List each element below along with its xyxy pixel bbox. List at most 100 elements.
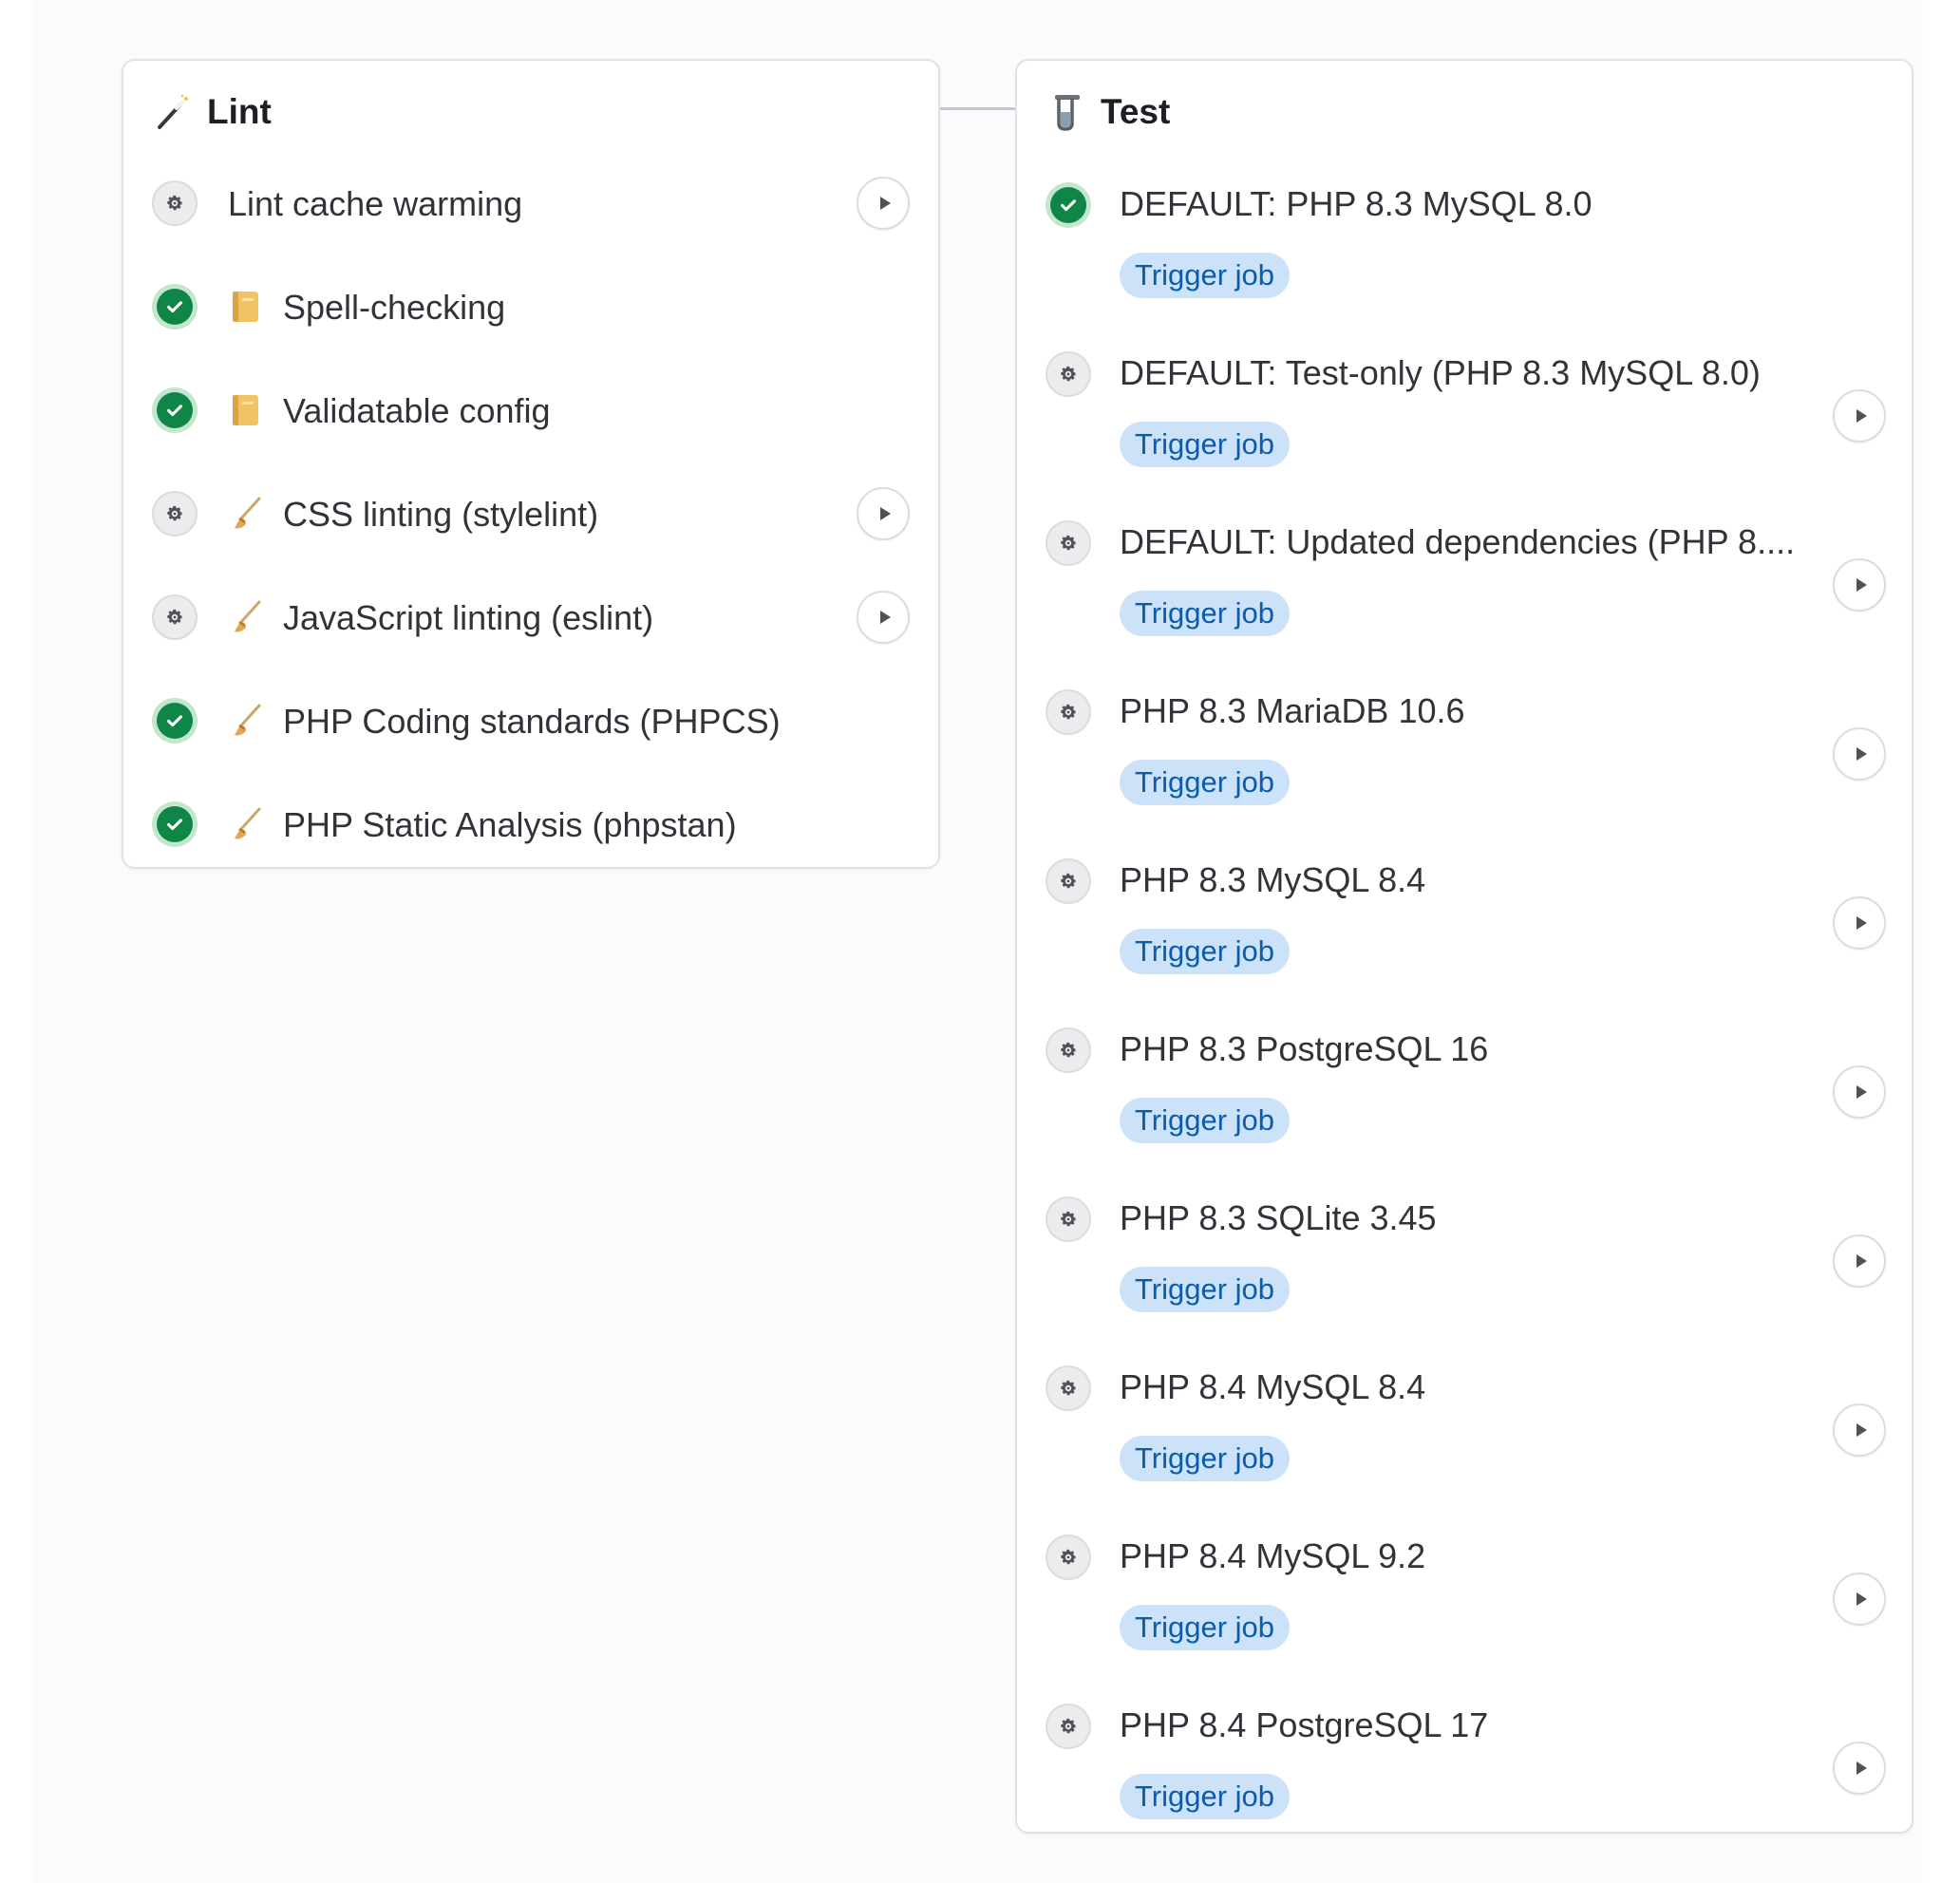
status-success-icon[interactable] <box>152 387 198 433</box>
test-job[interactable]: PHP 8.4 MySQL 9.2 Trigger job <box>1017 1519 1912 1671</box>
status-manual-gear-icon[interactable] <box>1046 858 1091 904</box>
play-button[interactable] <box>1833 896 1886 950</box>
job-name[interactable]: PHP 8.4 MySQL 9.2 <box>1120 1536 1425 1576</box>
job-name[interactable]: PHP Static Analysis (phpstan) <box>283 805 737 845</box>
play-icon <box>1854 576 1869 593</box>
job-name[interactable]: CSS linting (stylelint) <box>283 495 598 535</box>
job-name[interactable]: PHP 8.3 MariaDB 10.6 <box>1120 691 1465 731</box>
play-button[interactable] <box>1833 1403 1886 1457</box>
job-name[interactable]: JavaScript linting (eslint) <box>283 598 653 638</box>
play-button[interactable] <box>1833 727 1886 781</box>
trigger-job-badge: Trigger job <box>1120 1774 1291 1819</box>
status-manual-gear-icon[interactable] <box>1046 1196 1091 1242</box>
trigger-job-badge: Trigger job <box>1120 1267 1291 1312</box>
notebook-icon <box>226 391 264 429</box>
stage-test-title: Test <box>1101 92 1171 131</box>
test-job[interactable]: DEFAULT: Updated dependencies (PHP 8....… <box>1017 505 1912 657</box>
test-job[interactable]: PHP 8.3 PostgreSQL 16 Trigger job <box>1017 1012 1912 1164</box>
status-manual-gear-icon[interactable] <box>152 594 198 640</box>
broom-icon <box>226 702 264 740</box>
broom-icon <box>226 598 264 636</box>
lint-job[interactable]: CSS linting (stylelint) <box>123 476 938 552</box>
status-manual-gear-icon[interactable] <box>1046 1704 1091 1749</box>
test-job[interactable]: DEFAULT: Test-only (PHP 8.3 MySQL 8.0) Tr… <box>1017 336 1912 488</box>
status-success-icon[interactable] <box>152 284 198 330</box>
play-icon <box>1854 914 1869 932</box>
job-name[interactable]: PHP 8.4 PostgreSQL 17 <box>1120 1705 1488 1745</box>
test-job[interactable]: DEFAULT: PHP 8.3 MySQL 8.0 Trigger job <box>1017 167 1912 319</box>
play-icon <box>1854 1422 1869 1439</box>
status-manual-gear-icon[interactable] <box>1046 1535 1091 1580</box>
status-manual-gear-icon[interactable] <box>1046 520 1091 566</box>
test-job[interactable]: PHP 8.4 MySQL 8.4 Trigger job <box>1017 1350 1912 1502</box>
trigger-job-badge: Trigger job <box>1120 1605 1291 1650</box>
status-manual-gear-icon[interactable] <box>1046 351 1091 397</box>
stage-test: Test DEFAULT: PHP 8.3 MySQL 8.0 Trigger j… <box>1015 59 1913 1834</box>
checkmark-icon <box>1050 187 1086 223</box>
trigger-job-badge: Trigger job <box>1120 422 1291 467</box>
test-job[interactable]: PHP 8.3 SQLite 3.45 Trigger job <box>1017 1181 1912 1333</box>
play-button[interactable] <box>1833 389 1886 443</box>
play-icon <box>877 609 893 626</box>
lint-job[interactable]: JavaScript linting (eslint) <box>123 579 938 655</box>
test-job[interactable]: PHP 8.4 PostgreSQL 17 Trigger job <box>1017 1688 1912 1840</box>
trigger-job-badge: Trigger job <box>1120 1098 1291 1143</box>
job-name[interactable]: DEFAULT: Updated dependencies (PHP 8.... <box>1120 522 1795 562</box>
test-tube-icon <box>1046 91 1087 133</box>
lint-job[interactable]: Lint cache warming <box>123 165 938 241</box>
play-button[interactable] <box>1833 1742 1886 1795</box>
job-name[interactable]: DEFAULT: Test-only (PHP 8.3 MySQL 8.0) <box>1120 353 1761 393</box>
job-name[interactable]: PHP Coding standards (PHPCS) <box>283 702 781 742</box>
magic-wand-icon <box>152 91 194 133</box>
play-icon <box>877 505 893 522</box>
play-button[interactable] <box>1833 1065 1886 1119</box>
stage-test-header: Test <box>1046 84 1170 141</box>
play-icon <box>1854 1083 1869 1101</box>
play-button[interactable] <box>1833 1234 1886 1288</box>
status-manual-gear-icon[interactable] <box>1046 689 1091 735</box>
play-icon <box>1854 745 1869 763</box>
play-button[interactable] <box>857 177 910 230</box>
status-success-icon[interactable] <box>152 698 198 744</box>
lint-job[interactable]: PHP Static Analysis (phpstan) <box>123 786 938 862</box>
job-name[interactable]: PHP 8.4 MySQL 8.4 <box>1120 1367 1425 1407</box>
lint-job[interactable]: Spell-checking <box>123 269 938 345</box>
job-name[interactable]: PHP 8.3 MySQL 8.4 <box>1120 860 1425 900</box>
status-manual-gear-icon[interactable] <box>152 491 198 537</box>
status-manual-gear-icon[interactable] <box>1046 1027 1091 1073</box>
job-name[interactable]: PHP 8.3 PostgreSQL 16 <box>1120 1029 1488 1069</box>
broom-icon <box>226 805 264 843</box>
play-button[interactable] <box>857 591 910 644</box>
play-button[interactable] <box>857 487 910 540</box>
checkmark-icon <box>157 703 193 739</box>
test-job[interactable]: PHP 8.3 MySQL 8.4 Trigger job <box>1017 843 1912 995</box>
trigger-job-badge: Trigger job <box>1120 929 1291 974</box>
status-manual-gear-icon[interactable] <box>152 180 198 226</box>
stage-lint-header: Lint <box>152 84 272 141</box>
job-name[interactable]: PHP 8.3 SQLite 3.45 <box>1120 1198 1437 1238</box>
stage-connector <box>938 107 1016 110</box>
play-icon <box>1854 1760 1869 1777</box>
test-job[interactable]: PHP 8.3 MariaDB 10.6 Trigger job <box>1017 674 1912 826</box>
play-icon <box>1854 407 1869 424</box>
stage-lint: Lint Lint cache warming Spell-checking Val… <box>122 59 940 869</box>
trigger-job-badge: Trigger job <box>1120 760 1291 805</box>
play-icon <box>877 195 893 212</box>
stage-lint-title: Lint <box>207 92 272 131</box>
play-button[interactable] <box>1833 1572 1886 1626</box>
status-manual-gear-icon[interactable] <box>1046 1365 1091 1411</box>
status-success-icon[interactable] <box>1046 182 1091 228</box>
job-name[interactable]: Lint cache warming <box>228 184 522 224</box>
trigger-job-badge: Trigger job <box>1120 1436 1291 1481</box>
notebook-icon <box>226 288 264 326</box>
lint-job[interactable]: PHP Coding standards (PHPCS) <box>123 683 938 759</box>
trigger-job-badge: Trigger job <box>1120 591 1291 636</box>
job-name[interactable]: DEFAULT: PHP 8.3 MySQL 8.0 <box>1120 184 1592 224</box>
play-button[interactable] <box>1833 558 1886 612</box>
status-success-icon[interactable] <box>152 801 198 847</box>
pipeline-graph: Lint Lint cache warming Spell-checking Val… <box>33 0 1923 1883</box>
job-name[interactable]: Validatable config <box>283 391 551 431</box>
broom-icon <box>226 495 264 533</box>
lint-job[interactable]: Validatable config <box>123 372 938 448</box>
job-name[interactable]: Spell-checking <box>283 288 505 328</box>
